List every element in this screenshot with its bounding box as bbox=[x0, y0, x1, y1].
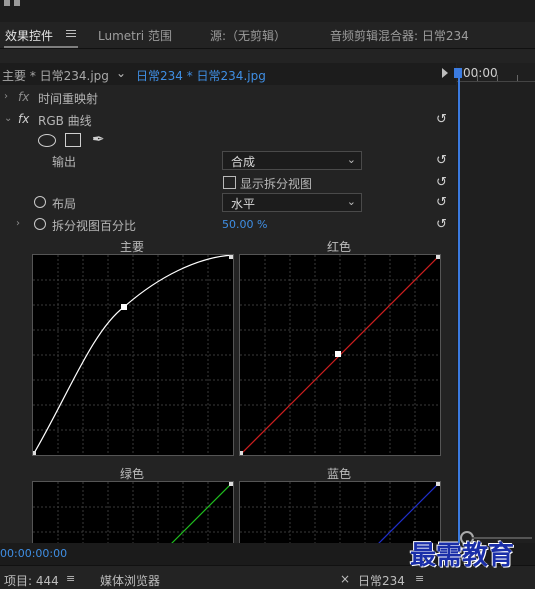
reset-icon[interactable]: ↺ bbox=[436, 112, 447, 127]
expand-arrow-icon[interactable]: › bbox=[4, 91, 8, 102]
chevron-down-icon: ⌄ bbox=[346, 195, 356, 208]
split-percent-row: › 拆分视图百分比 50.00 % ↺ bbox=[0, 214, 456, 236]
playhead[interactable] bbox=[458, 69, 460, 543]
reset-icon[interactable]: ↺ bbox=[436, 217, 447, 232]
fx-badge-icon[interactable]: fx bbox=[18, 90, 29, 104]
split-percent-value[interactable]: 50.00 % bbox=[222, 218, 267, 231]
blue-curve-label: 蓝色 bbox=[327, 467, 352, 481]
curve-endpoint[interactable] bbox=[229, 255, 233, 259]
playhead-timecode[interactable]: 00:00:00:00 bbox=[0, 547, 67, 560]
show-split-label: 显示拆分视图 bbox=[240, 177, 313, 191]
chevron-down-icon: ⌄ bbox=[346, 153, 356, 166]
rectangle-mask-icon[interactable] bbox=[65, 133, 81, 147]
output-row: 输出 合成 ⌄ ↺ bbox=[0, 150, 456, 172]
reset-icon[interactable]: ↺ bbox=[436, 153, 447, 168]
reset-icon[interactable]: ↺ bbox=[436, 195, 447, 210]
curve-endpoint[interactable] bbox=[33, 451, 36, 455]
curve-endpoint[interactable] bbox=[436, 482, 440, 486]
split-percent-label: 拆分视图百分比 bbox=[52, 219, 137, 233]
panel-menu-icon[interactable]: ≡ bbox=[415, 572, 424, 585]
window-handle-icon[interactable] bbox=[14, 0, 20, 6]
green-curve-label: 绿色 bbox=[120, 467, 145, 481]
time-remap-label: 时间重映射 bbox=[38, 92, 99, 106]
tab-media-browser[interactable]: 媒体浏览器 bbox=[100, 572, 160, 589]
master-curve-graph[interactable] bbox=[32, 254, 234, 456]
output-label: 输出 bbox=[52, 155, 77, 169]
active-tab-indicator bbox=[4, 46, 78, 48]
timeline-timecode: 00:00 bbox=[463, 66, 498, 80]
sequence-clip-label[interactable]: 日常234 * 日常234.jpg bbox=[136, 67, 266, 84]
effect-row-time-remap: › fx 时间重映射 bbox=[0, 87, 456, 109]
output-dropdown[interactable]: 合成 ⌄ bbox=[222, 151, 362, 170]
rgb-curves-label: RGB 曲线 bbox=[38, 114, 92, 128]
play-icon[interactable] bbox=[442, 68, 448, 78]
show-split-row: 显示拆分视图 ↺ bbox=[0, 172, 456, 194]
curve-control-point[interactable] bbox=[121, 304, 127, 310]
curve-endpoint[interactable] bbox=[436, 255, 440, 259]
red-curve-graph[interactable] bbox=[239, 254, 441, 456]
layout-row: 布局 水平 ⌄ ↺ bbox=[0, 192, 456, 214]
top-strip bbox=[0, 0, 535, 22]
layout-label: 布局 bbox=[52, 197, 77, 211]
source-clip-label[interactable]: 主要 * 日常234.jpg bbox=[2, 67, 109, 84]
green-curve-line bbox=[170, 482, 233, 544]
curve-endpoint[interactable] bbox=[229, 482, 233, 486]
watermark-logo: 最需教育 bbox=[410, 541, 515, 571]
tab-source[interactable]: 源:（无剪辑） bbox=[210, 27, 286, 44]
panel-menu-icon[interactable]: ≡ bbox=[66, 572, 75, 585]
red-curve-label: 红色 bbox=[327, 240, 352, 254]
collapse-arrow-icon[interactable]: ⌄ bbox=[4, 113, 12, 124]
panel-tabs: 效果控件 Lumetri 范围 源:（无剪辑） 音频剪辑混合器: 日常234 bbox=[0, 22, 535, 49]
timeline-ruler bbox=[457, 81, 535, 82]
show-split-checkbox[interactable] bbox=[223, 176, 236, 189]
window-handle-icon[interactable] bbox=[4, 0, 10, 6]
tab-sequence[interactable]: 日常234 bbox=[358, 572, 405, 589]
fx-badge-icon[interactable]: fx bbox=[18, 112, 29, 126]
curve-endpoint[interactable] bbox=[240, 451, 243, 455]
playhead-handle[interactable] bbox=[454, 68, 462, 78]
ellipse-mask-icon[interactable] bbox=[38, 134, 56, 147]
close-icon[interactable]: × bbox=[340, 572, 350, 586]
layout-value: 水平 bbox=[231, 197, 256, 211]
stopwatch-icon[interactable] bbox=[34, 218, 46, 230]
clip-bar: 主要 * 日常234.jpg ⌄ 日常234 * 日常234.jpg bbox=[0, 63, 456, 85]
tab-project[interactable]: 项目: 444 bbox=[4, 572, 59, 589]
reset-icon[interactable]: ↺ bbox=[436, 175, 447, 190]
mini-timeline[interactable]: 00:00 bbox=[454, 63, 535, 543]
tab-lumetri-scopes[interactable]: Lumetri 范围 bbox=[98, 27, 172, 44]
effect-row-rgb-curves: ⌄ fx RGB 曲线 ↺ bbox=[0, 109, 456, 131]
tab-effect-controls[interactable]: 效果控件 bbox=[5, 27, 53, 44]
output-value: 合成 bbox=[231, 155, 256, 169]
layout-dropdown[interactable]: 水平 ⌄ bbox=[222, 193, 362, 212]
curve-control-point[interactable] bbox=[335, 351, 341, 357]
chevron-down-icon[interactable]: ⌄ bbox=[116, 66, 126, 80]
pen-mask-icon[interactable]: ✒ bbox=[92, 130, 105, 148]
master-curve-label: 主要 bbox=[120, 240, 145, 254]
tab-audio-clip-mixer[interactable]: 音频剪辑混合器: 日常234 bbox=[330, 27, 469, 44]
green-curve-graph[interactable] bbox=[32, 481, 234, 544]
panel-menu-icon[interactable] bbox=[66, 30, 76, 38]
expand-arrow-icon[interactable]: › bbox=[16, 218, 20, 229]
stopwatch-icon[interactable] bbox=[34, 196, 46, 208]
